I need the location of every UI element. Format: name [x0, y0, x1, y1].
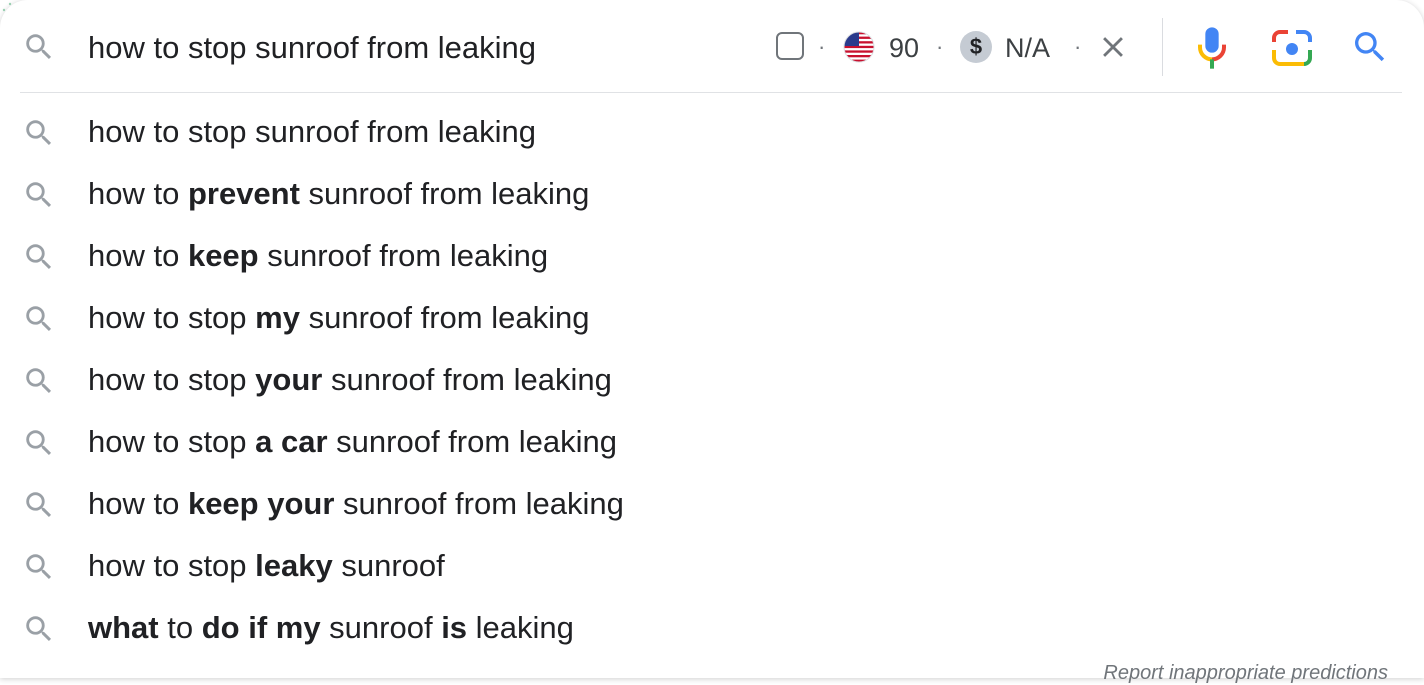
search-icon — [26, 430, 52, 456]
suggestion-list: how to stop sunroof from leaking how to p… — [0, 101, 1424, 659]
suggestion-segment: leaking — [467, 610, 574, 645]
suggestion-text: what to do if my sunroof is leaking — [88, 606, 574, 650]
suggestion-segment: how to stop — [88, 424, 256, 459]
search-volume: 90 — [889, 33, 920, 63]
search-icon — [26, 120, 52, 146]
suggestion-bold-segment: prevent — [187, 176, 300, 211]
suggestion-segment: how to stop — [88, 300, 256, 335]
suggestion-item[interactable]: how to stop leaky sunroof — [0, 535, 1424, 597]
search-icon[interactable] — [1350, 27, 1390, 67]
suggestion-segment: sunroof from leaking — [322, 362, 612, 397]
search-divider — [20, 92, 1402, 93]
suggestion-bold-segment: do if my — [201, 610, 321, 645]
suggestion-text: how to stop your sunroof from leaking — [88, 358, 612, 402]
search-icon — [26, 244, 52, 270]
keyword-checkbox[interactable] — [776, 32, 804, 60]
microphone-icon[interactable] — [1196, 26, 1228, 70]
search-icon — [26, 368, 52, 394]
suggestion-bold-segment: keep your — [187, 486, 335, 521]
suggestion-text: how to prevent sunroof from leaking — [88, 172, 589, 216]
suggestion-segment: how to — [88, 176, 188, 211]
suggestion-text: how to stop my sunroof from leaking — [88, 296, 589, 340]
suggestion-segment: sunroof — [320, 610, 442, 645]
suggestion-text: how to stop sunroof from leaking — [88, 110, 536, 154]
search-autocomplete-panel: how to stop sunroof from leaking · 90 · … — [0, 0, 1424, 684]
suggestion-segment: how to — [88, 238, 188, 273]
suggestion-item[interactable]: how to keep sunroof from leaking — [0, 225, 1424, 287]
cost-per-click: N/A — [1005, 33, 1051, 63]
suggestion-bold-segment: leaky — [255, 548, 333, 583]
suggestion-bold-segment: keep — [187, 238, 259, 273]
search-icon — [26, 616, 52, 642]
dollar-icon: $ — [960, 31, 992, 63]
search-icon — [26, 182, 52, 208]
suggestion-segment: sunroof from leaking — [258, 238, 549, 273]
search-bar[interactable]: how to stop sunroof from leaking · 90 · … — [0, 0, 1424, 92]
suggestion-item[interactable]: what to do if my sunroof is leaking — [0, 597, 1424, 659]
suggestion-text: how to keep your sunroof from leaking — [88, 482, 624, 526]
suggestion-bold-segment: is — [441, 610, 468, 645]
suggestion-item[interactable]: how to stop sunroof from leaking — [0, 101, 1424, 163]
separator-dot: · — [1074, 34, 1082, 59]
suggestion-item[interactable]: how to stop my sunroof from leaking — [0, 287, 1424, 349]
suggestion-bold-segment: what — [88, 610, 159, 645]
suggestion-bold-segment: my — [255, 300, 300, 335]
search-input[interactable]: how to stop sunroof from leaking — [88, 26, 536, 70]
suggestion-segment: how to stop — [88, 362, 256, 397]
suggestion-item[interactable]: how to stop your sunroof from leaking — [0, 349, 1424, 411]
suggestion-segment: how to stop — [88, 548, 256, 583]
search-icon — [26, 554, 52, 580]
us-flag-icon — [843, 31, 875, 63]
separator-dot: · — [818, 34, 826, 59]
suggestion-segment: sunroof from leaking — [327, 424, 618, 459]
suggestion-segment: sunroof from leaking — [334, 486, 624, 521]
suggestion-bold-segment: a car — [255, 424, 328, 459]
search-icon — [26, 492, 52, 518]
camera-lens-icon[interactable] — [1270, 28, 1314, 68]
suggestion-text: how to stop leaky sunroof — [88, 544, 445, 588]
suggestion-text: how to keep sunroof from leaking — [88, 234, 548, 278]
search-icon — [26, 306, 52, 332]
suggestion-item[interactable]: how to keep your sunroof from leaking — [0, 473, 1424, 535]
report-predictions-link[interactable]: Report inappropriate predictions — [1103, 662, 1388, 685]
search-icon — [26, 34, 52, 60]
toolbar-divider — [1162, 18, 1163, 76]
suggestion-item[interactable]: how to stop a car sunroof from leaking — [0, 411, 1424, 473]
close-icon[interactable] — [1096, 30, 1130, 64]
suggestion-bold-segment: your — [255, 362, 323, 397]
suggestion-text: how to stop a car sunroof from leaking — [88, 420, 617, 464]
suggestion-segment: sunroof from leaking — [299, 300, 590, 335]
suggestion-segment: how to stop sunroof from leaking — [88, 114, 537, 149]
suggestion-segment: how to — [88, 486, 188, 521]
suggestion-item[interactable]: how to prevent sunroof from leaking — [0, 163, 1424, 225]
suggestion-segment: sunroof from leaking — [299, 176, 590, 211]
suggestion-segment: to — [158, 610, 202, 645]
suggestion-segment: sunroof — [332, 548, 445, 583]
separator-dot: · — [936, 34, 944, 59]
